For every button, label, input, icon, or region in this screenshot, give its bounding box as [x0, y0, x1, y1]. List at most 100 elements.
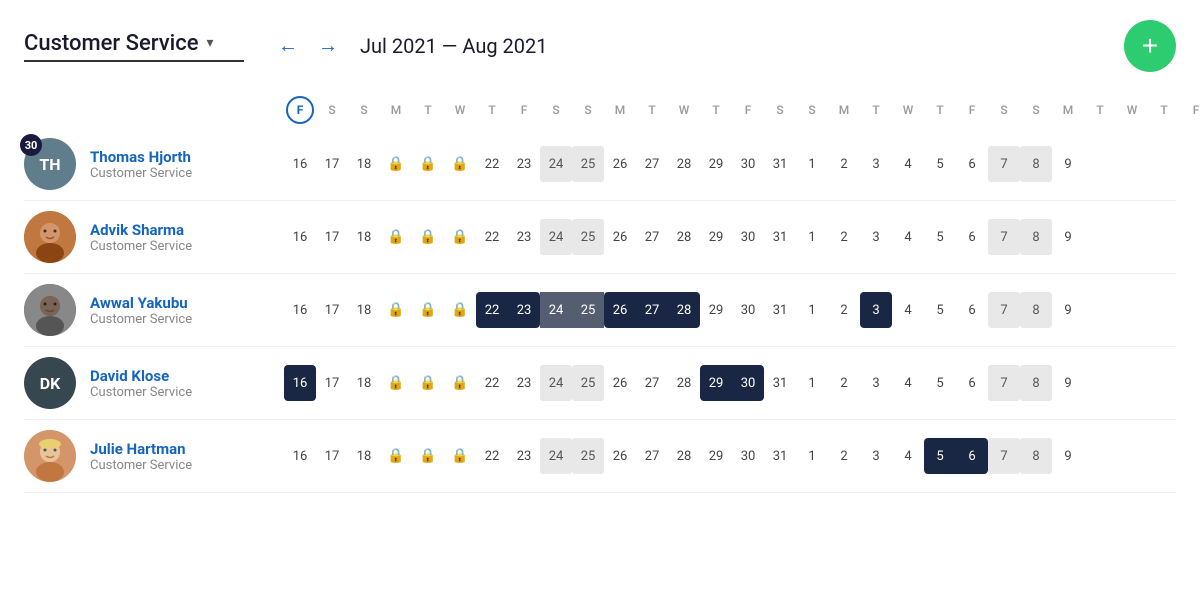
day-cell[interactable]: 2: [828, 219, 860, 255]
department-dropdown[interactable]: Customer Service ▾: [24, 31, 244, 62]
day-cell[interactable]: 26: [604, 292, 636, 328]
day-cell[interactable]: 2: [828, 146, 860, 182]
day-cell[interactable]: 30: [732, 438, 764, 474]
day-cell[interactable]: 4: [892, 292, 924, 328]
day-cell[interactable]: 8: [1020, 438, 1052, 474]
day-cell[interactable]: 4: [892, 365, 924, 401]
day-cell[interactable]: 🔒: [412, 365, 444, 401]
day-cell[interactable]: 29: [700, 438, 732, 474]
day-cell[interactable]: 3: [860, 219, 892, 255]
day-cell[interactable]: 🔒: [380, 438, 412, 474]
day-cell[interactable]: 1: [796, 365, 828, 401]
day-cell[interactable]: 25: [572, 146, 604, 182]
day-cell[interactable]: 25: [572, 438, 604, 474]
day-cell[interactable]: 6: [956, 219, 988, 255]
day-cell[interactable]: 27: [636, 365, 668, 401]
day-cell[interactable]: 28: [668, 438, 700, 474]
day-cell[interactable]: 17: [316, 219, 348, 255]
day-cell[interactable]: 1: [796, 146, 828, 182]
day-cell[interactable]: 🔒: [380, 365, 412, 401]
day-cell[interactable]: 18: [348, 365, 380, 401]
day-cell[interactable]: 5: [924, 365, 956, 401]
day-cell[interactable]: 17: [316, 292, 348, 328]
day-cell[interactable]: 3: [860, 438, 892, 474]
day-cell[interactable]: 30: [732, 219, 764, 255]
day-cell[interactable]: 22: [476, 365, 508, 401]
day-cell[interactable]: 1: [796, 292, 828, 328]
day-cell[interactable]: 16: [284, 365, 316, 401]
day-cell[interactable]: 26: [604, 219, 636, 255]
day-cell[interactable]: 27: [636, 219, 668, 255]
day-cell[interactable]: 29: [700, 146, 732, 182]
employee-name[interactable]: David Klose: [90, 367, 192, 385]
day-cell[interactable]: 🔒: [380, 219, 412, 255]
day-cell[interactable]: 🔒: [444, 219, 476, 255]
day-cell[interactable]: 26: [604, 146, 636, 182]
day-cell[interactable]: 8: [1020, 146, 1052, 182]
day-cell[interactable]: 25: [572, 292, 604, 328]
day-cell[interactable]: 1: [796, 219, 828, 255]
day-cell[interactable]: 7: [988, 292, 1020, 328]
day-cell[interactable]: 26: [604, 365, 636, 401]
employee-name[interactable]: Advik Sharma: [90, 221, 192, 239]
day-cell[interactable]: 5: [924, 146, 956, 182]
day-cell[interactable]: 28: [668, 219, 700, 255]
day-cell[interactable]: 28: [668, 292, 700, 328]
day-cell[interactable]: 23: [508, 219, 540, 255]
day-cell[interactable]: 9: [1052, 438, 1084, 474]
day-cell[interactable]: 3: [860, 146, 892, 182]
day-cell[interactable]: 22: [476, 438, 508, 474]
employee-name[interactable]: Thomas Hjorth: [90, 148, 192, 166]
day-cell[interactable]: 23: [508, 146, 540, 182]
day-cell[interactable]: 17: [316, 146, 348, 182]
day-cell[interactable]: 25: [572, 365, 604, 401]
day-cell[interactable]: 30: [732, 365, 764, 401]
day-cell[interactable]: 3: [860, 365, 892, 401]
day-cell[interactable]: 🔒: [412, 219, 444, 255]
day-cell[interactable]: 22: [476, 146, 508, 182]
day-cell[interactable]: 8: [1020, 365, 1052, 401]
day-cell[interactable]: 17: [316, 438, 348, 474]
day-cell[interactable]: 7: [988, 146, 1020, 182]
day-cell[interactable]: 31: [764, 438, 796, 474]
day-cell[interactable]: 30: [732, 292, 764, 328]
day-cell[interactable]: 28: [668, 146, 700, 182]
day-cell[interactable]: 🔒: [444, 292, 476, 328]
day-cell[interactable]: 4: [892, 146, 924, 182]
day-cell[interactable]: 18: [348, 146, 380, 182]
day-cell[interactable]: 7: [988, 438, 1020, 474]
day-cell[interactable]: 23: [508, 438, 540, 474]
day-cell[interactable]: 24: [540, 292, 572, 328]
day-cell[interactable]: 22: [476, 219, 508, 255]
day-cell[interactable]: 18: [348, 219, 380, 255]
day-cell[interactable]: 5: [924, 292, 956, 328]
day-cell[interactable]: 23: [508, 292, 540, 328]
day-cell[interactable]: 27: [636, 146, 668, 182]
day-cell[interactable]: 6: [956, 365, 988, 401]
day-cell[interactable]: 24: [540, 219, 572, 255]
employee-name[interactable]: Julie Hartman: [90, 440, 192, 458]
day-cell[interactable]: 3: [860, 292, 892, 328]
employee-name[interactable]: Awwal Yakubu: [90, 294, 192, 312]
day-cell[interactable]: 30: [732, 146, 764, 182]
day-cell[interactable]: 16: [284, 438, 316, 474]
day-cell[interactable]: 5: [924, 438, 956, 474]
day-cell[interactable]: 6: [956, 292, 988, 328]
day-cell[interactable]: 16: [284, 292, 316, 328]
day-cell[interactable]: 24: [540, 146, 572, 182]
day-cell[interactable]: 8: [1020, 292, 1052, 328]
day-cell[interactable]: 24: [540, 365, 572, 401]
day-cell[interactable]: 29: [700, 292, 732, 328]
day-cell[interactable]: 29: [700, 365, 732, 401]
day-cell[interactable]: 16: [284, 146, 316, 182]
add-button[interactable]: +: [1124, 20, 1176, 72]
next-button[interactable]: →: [312, 31, 344, 62]
day-cell[interactable]: 2: [828, 365, 860, 401]
day-cell[interactable]: 23: [508, 365, 540, 401]
day-cell[interactable]: 1: [796, 438, 828, 474]
day-cell[interactable]: 4: [892, 438, 924, 474]
day-cell[interactable]: 25: [572, 219, 604, 255]
day-cell[interactable]: 7: [988, 365, 1020, 401]
day-cell[interactable]: 7: [988, 219, 1020, 255]
day-cell[interactable]: 31: [764, 146, 796, 182]
